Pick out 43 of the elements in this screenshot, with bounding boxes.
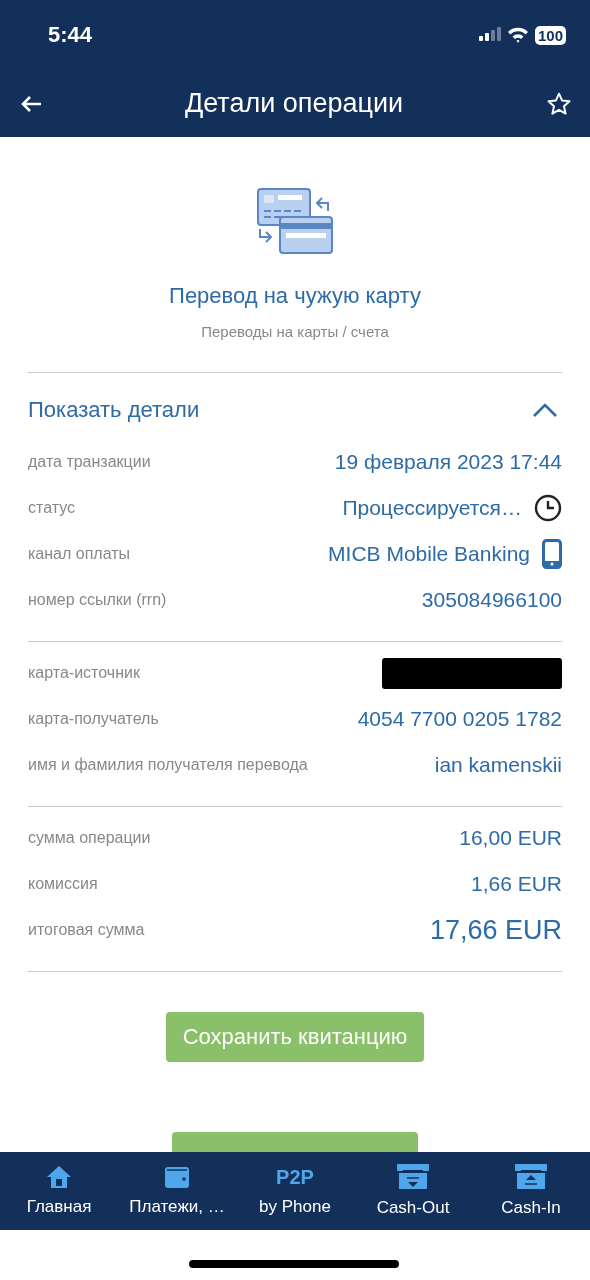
chevron-icon xyxy=(532,402,558,418)
field-value: 19 февраля 2023 17:44 xyxy=(334,450,562,474)
field-label: имя и фамилия получателя перевода xyxy=(28,756,308,774)
operation-title: Перевод на чужую карту xyxy=(169,283,421,309)
field-label: карта-источник xyxy=(28,664,140,682)
wifi-icon xyxy=(506,27,529,43)
tab-bar-item[interactable]: Cash-Out xyxy=(354,1152,472,1230)
field-value: 4054 7700 0205 1782 xyxy=(357,707,562,731)
tab-bar-item[interactable]: Cash-In xyxy=(472,1152,590,1230)
phone-icon xyxy=(542,539,562,569)
atm-icon xyxy=(515,1164,547,1190)
field-value: MICB Mobile Banking xyxy=(328,542,530,566)
screen-title: Детали операции xyxy=(184,88,404,119)
back-arrow-icon[interactable] xyxy=(20,94,42,113)
field-label: комиссия xyxy=(28,875,98,893)
star-icon[interactable] xyxy=(546,90,572,117)
field-label: дата транзакции xyxy=(28,453,151,471)
tab-bar-item[interactable]: Платежи, … xyxy=(118,1152,236,1230)
field-label: номер ссылки (rrn) xyxy=(28,591,167,609)
tab-bar-item[interactable]: P2P by Phone xyxy=(236,1152,354,1230)
field-value: Процессируется… xyxy=(342,496,522,520)
field-value: 17,66 EUR xyxy=(429,914,562,946)
operation-category: Переводы на карты / счета xyxy=(201,323,389,340)
field-value: 1,66 EUR xyxy=(470,872,562,896)
tab-bar-item[interactable]: Главная xyxy=(0,1152,118,1230)
card-transfer-icon xyxy=(256,187,334,257)
clock-icon xyxy=(534,494,562,522)
wallet-icon xyxy=(164,1165,190,1189)
field-label: сумма операции xyxy=(28,829,151,847)
battery-level: 100 xyxy=(534,25,566,45)
field-value: ian kamenskii xyxy=(434,753,562,777)
atm-icon xyxy=(397,1164,429,1190)
p2p-label: P2P xyxy=(276,1165,314,1189)
field-value: 305084966100 xyxy=(421,588,562,612)
details-toggle[interactable]: Показать детали xyxy=(28,395,562,425)
field-label: канал оплаты xyxy=(28,545,131,563)
status-time: 5:44 xyxy=(48,22,93,48)
field-label: итоговая сумма xyxy=(28,921,145,939)
field-label: карта-получатель xyxy=(28,710,159,728)
field-value: 16,00 EUR xyxy=(459,826,562,850)
home-icon xyxy=(46,1165,72,1189)
signal-icon xyxy=(478,27,501,43)
field-label: статус xyxy=(28,499,76,517)
